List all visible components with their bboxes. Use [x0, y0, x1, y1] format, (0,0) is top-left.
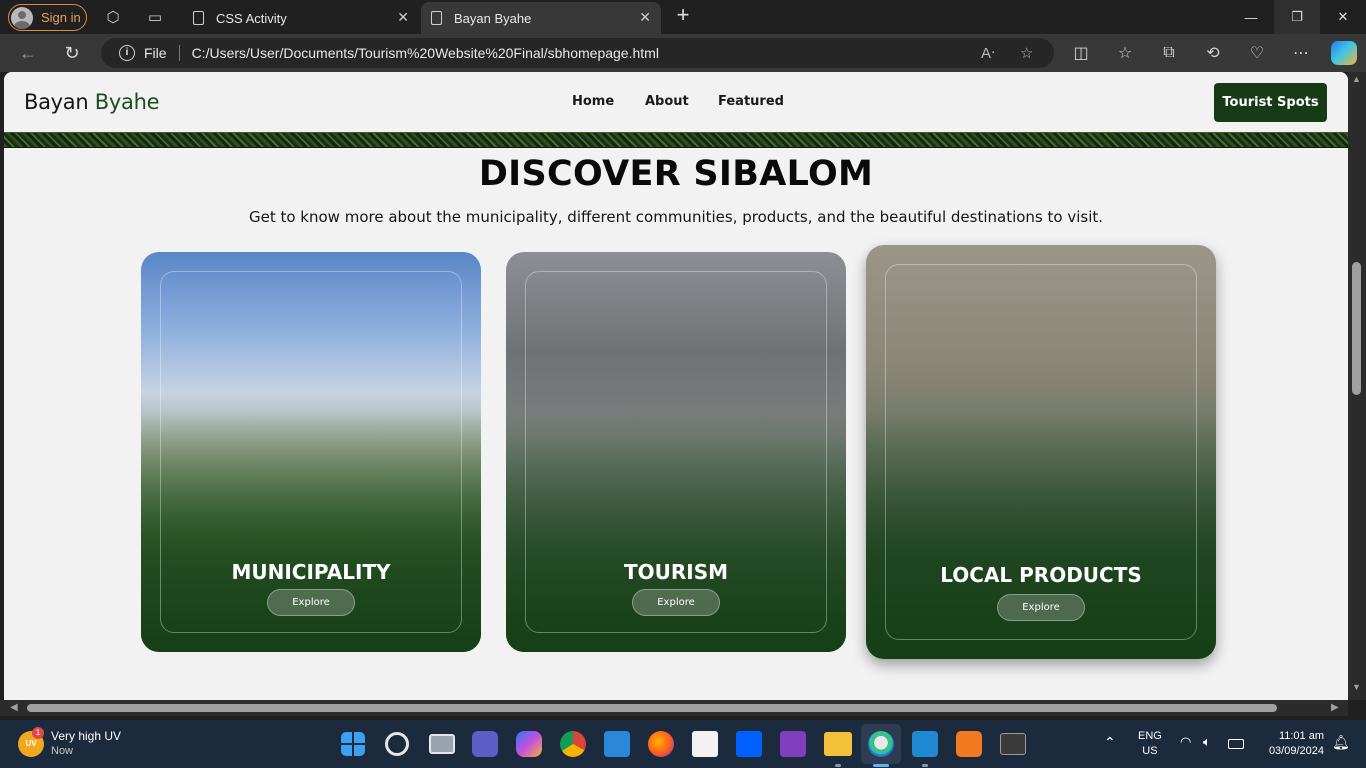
weather-title[interactable]: Very high UV	[51, 729, 121, 743]
scroll-up-arrow-icon[interactable]: ▲	[1352, 74, 1361, 84]
address-bar[interactable]: i File C:/Users/User/Documents/Tourism%2…	[101, 38, 1054, 68]
card-title: TOURISM	[623, 560, 729, 584]
xampp-icon[interactable]	[956, 731, 982, 757]
site-logo[interactable]: Bayan Byahe	[24, 90, 160, 114]
vscode-icon[interactable]	[912, 731, 938, 757]
nav-about-link[interactable]: About	[645, 94, 689, 109]
local-products-card[interactable]: LOCAL PRODUCTS Explore	[866, 245, 1216, 659]
dropbox-icon[interactable]	[736, 731, 762, 757]
edge-icon[interactable]	[868, 731, 894, 757]
running-indicator	[835, 764, 841, 767]
tab-actions-icon[interactable]: ▭	[142, 5, 168, 29]
workspaces-icon[interactable]: ⬡	[100, 5, 126, 29]
collections-icon[interactable]: ⧉	[1157, 42, 1181, 64]
explore-button[interactable]: Explore	[267, 589, 355, 616]
weather-subtitle: Now	[51, 745, 74, 757]
split-screen-icon[interactable]: ◫	[1069, 42, 1093, 64]
explore-button[interactable]: Explore	[632, 589, 720, 616]
card-title: LOCAL PRODUCTS	[940, 563, 1142, 587]
read-aloud-icon[interactable]: Aᐧ	[981, 44, 995, 62]
clock-time: 11:01 am	[1278, 730, 1324, 742]
amazon-icon[interactable]	[692, 731, 718, 757]
page-icon	[431, 11, 442, 25]
clock-date: 03/09/2024	[1268, 745, 1324, 757]
profile-avatar-icon	[11, 6, 33, 29]
scroll-down-arrow-icon[interactable]: ▼	[1352, 682, 1361, 692]
sign-in-button[interactable]: Sign in	[8, 4, 87, 31]
task-view-icon[interactable]	[429, 734, 455, 754]
refresh-icon[interactable]: ↻	[59, 41, 85, 65]
scheme-label: File	[144, 45, 167, 61]
region-code: US	[1142, 745, 1158, 757]
close-window-button[interactable]: ✕	[1320, 0, 1366, 34]
close-tab-icon[interactable]: ✕	[397, 9, 409, 26]
running-indicator	[922, 764, 928, 767]
store-icon[interactable]	[604, 731, 630, 757]
vertical-scroll-thumb[interactable]	[1352, 262, 1361, 395]
close-tab-icon[interactable]: ✕	[639, 9, 651, 26]
back-arrow-icon[interactable]: ←	[15, 41, 41, 65]
scroll-right-arrow-icon[interactable]: ▶	[1331, 702, 1339, 713]
browser-toolbar: ← ↻ i File C:/Users/User/Documents/Touri…	[0, 34, 1366, 72]
card-title: MUNICIPALITY	[231, 560, 391, 584]
nav-featured-link[interactable]: Featured	[718, 94, 784, 109]
active-indicator	[873, 764, 889, 767]
visual-studio-icon[interactable]	[780, 731, 806, 757]
favorite-star-icon[interactable]: ☆	[1020, 44, 1033, 62]
more-menu-icon[interactable]: ⋯	[1289, 42, 1313, 64]
tourism-card[interactable]: TOURISM Explore	[506, 252, 846, 652]
new-tab-button[interactable]: +	[672, 4, 694, 28]
tab-title: Bayan Byahe	[454, 10, 532, 26]
browser-essentials-icon[interactable]: ♡	[1245, 42, 1269, 64]
volume-icon[interactable]: 🔈︎	[1203, 734, 1211, 750]
tab-css-activity[interactable]: CSS Activity ✕	[183, 2, 419, 34]
search-icon[interactable]	[385, 732, 409, 756]
system-clock[interactable]: 11:01 am 03/09/2024	[1258, 729, 1324, 759]
logo-part-2: Byahe	[94, 90, 160, 114]
site-info-icon[interactable]: i	[119, 45, 135, 61]
windows-taskbar: UV 1 Very high UV Now ⌃ ENG US ◠ 🔈︎ 11:0…	[0, 720, 1366, 768]
firefox-icon[interactable]	[648, 731, 674, 757]
tourist-spots-button[interactable]: Tourist Spots	[1214, 83, 1327, 122]
minimize-button[interactable]: —	[1228, 0, 1274, 34]
tab-title: CSS Activity	[216, 10, 287, 26]
url-text[interactable]: C:/Users/User/Documents/Tourism%20Websit…	[192, 45, 659, 61]
nav-home-link[interactable]: Home	[572, 94, 614, 109]
battery-icon[interactable]	[1228, 739, 1244, 749]
tray-overflow-icon[interactable]: ⌃	[1104, 734, 1116, 751]
divider	[178, 45, 180, 61]
tab-bayan-byahe[interactable]: Bayan Byahe ✕	[421, 2, 661, 34]
horizontal-scrollbar[interactable]: ◀ ▶	[0, 700, 1348, 716]
notification-badge: 1	[32, 727, 44, 739]
teams-icon[interactable]	[472, 731, 498, 757]
start-icon[interactable]	[341, 732, 365, 756]
copilot-app-icon[interactable]	[516, 731, 542, 757]
history-icon[interactable]: ⟲	[1201, 42, 1225, 64]
page-viewport: Bayan Byahe Home About Featured Tourist …	[4, 72, 1348, 700]
horizontal-scroll-thumb[interactable]	[27, 704, 1277, 712]
sign-in-label: Sign in	[41, 10, 81, 25]
explore-button[interactable]: Explore	[997, 594, 1085, 621]
language-code: ENG	[1138, 730, 1162, 742]
woven-pattern-banner	[4, 132, 1348, 148]
municipality-card[interactable]: MUNICIPALITY Explore	[141, 252, 481, 652]
language-indicator[interactable]: ENG US	[1138, 729, 1162, 759]
page-icon	[193, 11, 204, 25]
copilot-icon[interactable]	[1331, 41, 1357, 65]
browser-tab-strip: Sign in ⬡ ▭ CSS Activity ✕ Bayan Byahe ✕…	[0, 0, 1366, 34]
favorites-icon[interactable]: ☆	[1113, 42, 1137, 64]
notification-bell-icon[interactable]: 🔔︎	[1332, 734, 1350, 751]
wifi-icon[interactable]: ◠	[1180, 734, 1191, 750]
vertical-scrollbar[interactable]: ▲ ▼	[1348, 72, 1366, 700]
restore-button[interactable]: ❐	[1274, 0, 1320, 34]
scroll-left-arrow-icon[interactable]: ◀	[10, 702, 18, 713]
site-header: Bayan Byahe Home About Featured Tourist …	[4, 72, 1348, 132]
logo-part-1: Bayan	[24, 90, 89, 114]
terminal-icon[interactable]	[1000, 733, 1026, 755]
page-subtitle: Get to know more about the municipality,…	[248, 208, 1104, 226]
page-title: DISCOVER SIBALOM	[478, 154, 874, 194]
file-explorer-icon[interactable]	[824, 732, 852, 756]
chrome-icon[interactable]	[560, 731, 586, 757]
